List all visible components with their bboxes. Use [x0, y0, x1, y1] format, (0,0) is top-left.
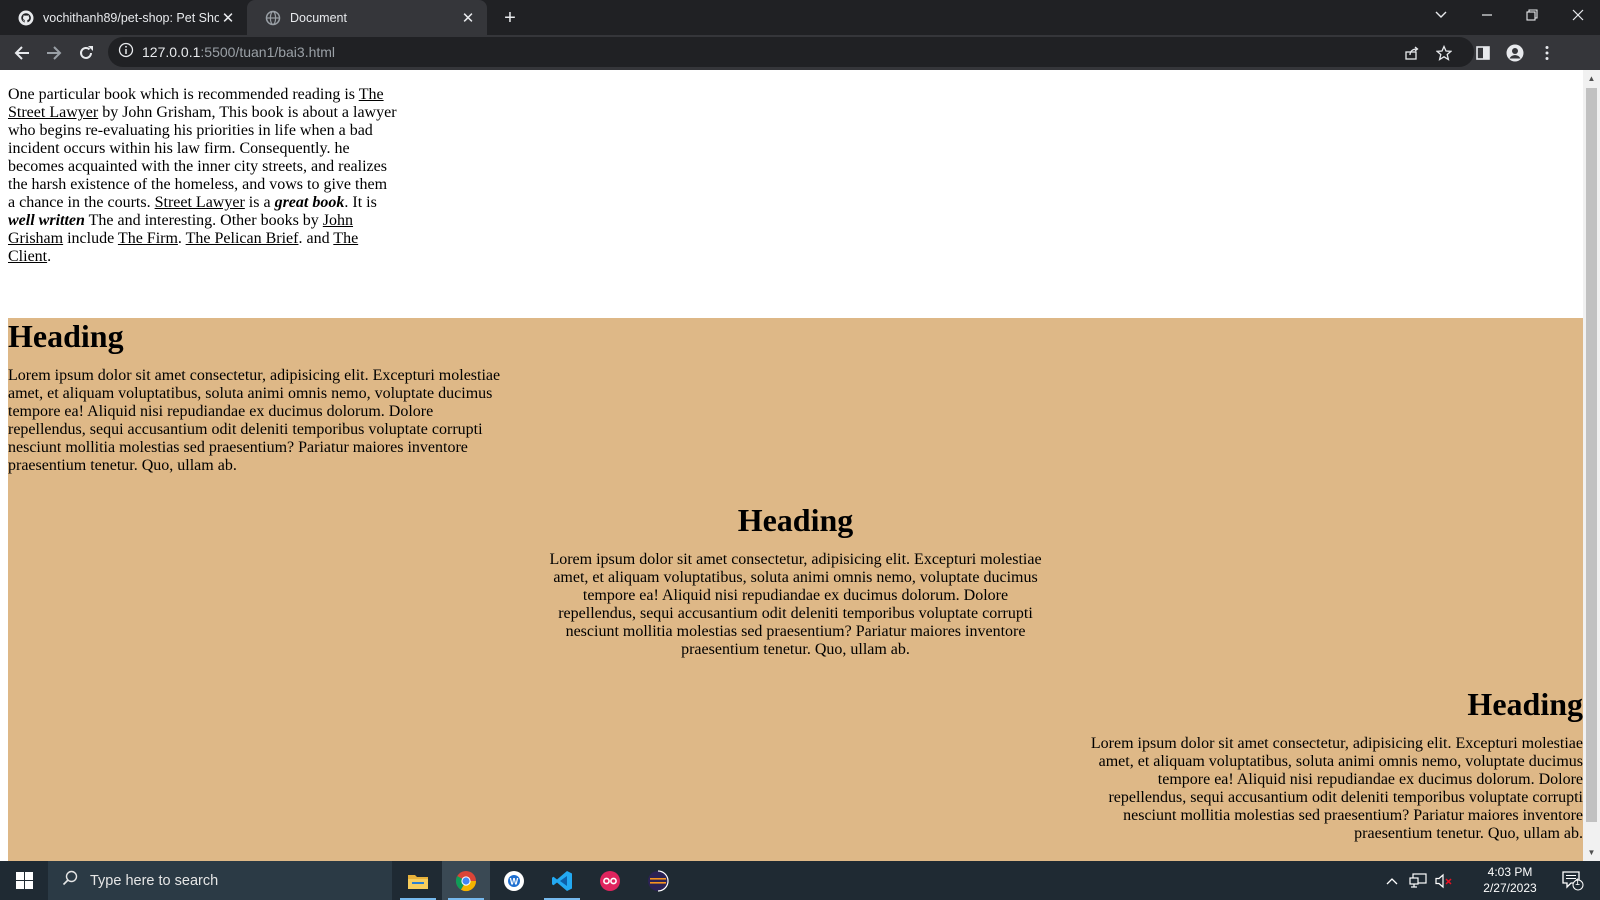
clock-date: 2/27/2023 [1483, 881, 1537, 895]
scroll-thumb[interactable] [1586, 88, 1597, 822]
intro-text: One particular book which is recommended… [8, 86, 359, 103]
tab-title: Document [290, 10, 347, 25]
intro-text: . It is [344, 194, 377, 211]
forward-arrow-icon[interactable] [40, 39, 68, 67]
github-icon [18, 10, 34, 26]
restore-icon[interactable] [1510, 0, 1554, 30]
section-center: Heading Lorem ipsum dolor sit amet conse… [548, 502, 1043, 659]
tab-close-icon[interactable]: ✕ [219, 9, 237, 27]
minimize-icon[interactable] [1465, 0, 1509, 30]
page-viewport: One particular book which is recommended… [0, 70, 1583, 861]
vscode-icon[interactable] [538, 861, 586, 900]
intro-text: The and interesting. Other books by [84, 212, 323, 229]
browser-toolbar: 127.0.0.1:5500/tuan1/bai3.html [0, 35, 1600, 70]
eclipse-icon[interactable] [634, 861, 682, 900]
scroll-up-icon[interactable]: ▲ [1583, 70, 1600, 87]
bookmark-star-icon[interactable] [1430, 39, 1458, 67]
volume-muted-icon[interactable] [1432, 861, 1456, 900]
address-bar[interactable]: 127.0.0.1:5500/tuan1/bai3.html [108, 37, 1474, 67]
back-arrow-icon[interactable] [8, 39, 36, 67]
windows-start-icon[interactable] [0, 861, 48, 900]
section-right: Heading Lorem ipsum dolor sit amet conse… [1088, 686, 1583, 843]
chrome-icon[interactable] [442, 861, 490, 900]
app-red-circle-icon[interactable] [586, 861, 634, 900]
profile-icon[interactable] [1501, 39, 1529, 67]
link-the-firm[interactable]: The Firm [118, 230, 178, 247]
tab-document[interactable]: Document ✕ [247, 0, 487, 35]
info-icon[interactable] [118, 42, 134, 63]
intro-text: is a [244, 194, 275, 211]
emphasis-well-written: well written [8, 212, 85, 229]
section-left: Heading Lorem ipsum dolor sit amet conse… [8, 318, 503, 475]
section-heading: Heading [1467, 686, 1583, 722]
tab-title: vochithanh89/pet-shop: Pet Shop [43, 10, 219, 25]
section-body: Lorem ipsum dolor sit amet consectetur, … [8, 367, 501, 474]
tab-search-icon[interactable] [1419, 0, 1463, 30]
reload-icon[interactable] [72, 39, 100, 67]
url-text: 127.0.0.1:5500/tuan1/bai3.html [142, 44, 335, 60]
taskbar-search-box[interactable]: Type here to search [48, 861, 392, 900]
link-street-lawyer[interactable]: Street Lawyer [155, 194, 245, 211]
svg-text:W: W [510, 876, 519, 886]
chevron-up-icon[interactable] [1382, 861, 1402, 900]
notification-count: 1 [1575, 877, 1581, 887]
notification-center-icon[interactable]: 1 [1556, 861, 1590, 900]
tan-content-panel: Heading Lorem ipsum dolor sit amet conse… [8, 318, 1583, 861]
globe-icon [265, 10, 281, 26]
section-body: Lorem ipsum dolor sit amet consectetur, … [549, 551, 1042, 658]
network-icon[interactable] [1406, 861, 1430, 900]
close-window-icon[interactable] [1556, 0, 1600, 30]
page-scrollbar[interactable]: ▲ ▼ [1583, 70, 1600, 861]
app-circle-icon[interactable]: W [490, 861, 538, 900]
share-icon[interactable] [1398, 39, 1426, 67]
intro-paragraph: One particular book which is recommended… [8, 86, 398, 266]
new-tab-icon[interactable]: + [498, 6, 522, 30]
section-body: Lorem ipsum dolor sit amet consectetur, … [1090, 735, 1583, 842]
windows-taskbar: Type here to search W 4:03 PM 2/27/2023 … [0, 861, 1600, 900]
url-path: :5500/tuan1/bai3.html [200, 44, 336, 60]
section-heading: Heading [737, 502, 854, 538]
clock-time: 4:03 PM [1487, 865, 1533, 879]
intro-text: . [47, 248, 52, 265]
intro-text: . [177, 230, 186, 247]
intro-text: . and [298, 230, 334, 247]
side-panel-icon[interactable] [1469, 39, 1497, 67]
tab-close-icon[interactable]: ✕ [459, 9, 477, 27]
system-clock[interactable]: 4:03 PM 2/27/2023 [1472, 864, 1548, 896]
emphasis-great-book: great book [274, 194, 345, 211]
scroll-down-icon[interactable]: ▼ [1583, 844, 1600, 861]
link-the-pelican-brief[interactable]: The Pelican Brief [186, 230, 299, 247]
intro-text: include [63, 230, 118, 247]
file-explorer-icon[interactable] [394, 861, 442, 900]
tab-pet-shop[interactable]: vochithanh89/pet-shop: Pet Shop ✕ [0, 0, 247, 35]
section-heading: Heading [8, 318, 124, 354]
browser-titlebar: vochithanh89/pet-shop: Pet Shop ✕ Docume… [0, 0, 1600, 35]
search-placeholder: Type here to search [90, 872, 219, 889]
menu-kebab-icon[interactable] [1533, 39, 1561, 67]
search-icon [62, 870, 78, 891]
url-host: 127.0.0.1 [142, 44, 201, 60]
